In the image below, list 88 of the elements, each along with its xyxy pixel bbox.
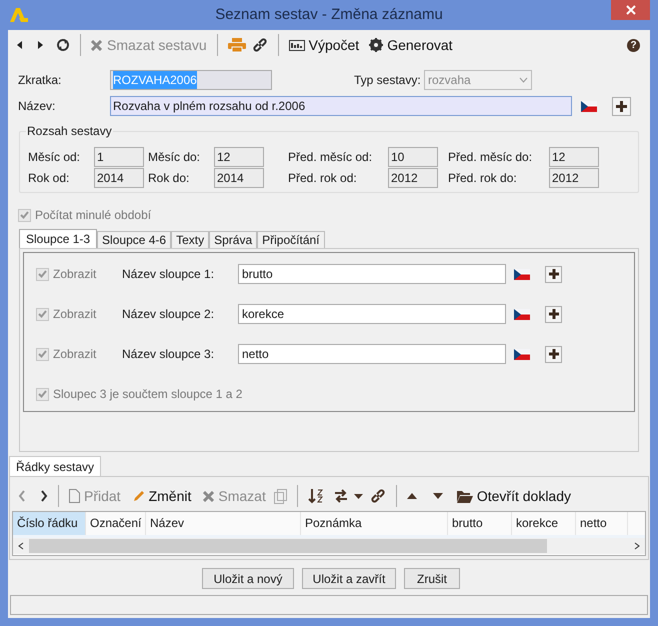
column-name-field[interactable]: brutto — [238, 264, 506, 284]
calculator-icon — [288, 40, 305, 50]
next-icon[interactable] — [40, 490, 48, 502]
field-label: Měsíc do: — [148, 149, 202, 166]
column-header[interactable]: Číslo řádku — [13, 512, 86, 535]
pencil-icon — [132, 490, 145, 502]
add-button[interactable] — [545, 306, 562, 322]
field-label: Rok do: — [148, 170, 190, 187]
field-label: Před. měsíc od: — [288, 149, 374, 166]
checkbox-label: Zobrazit — [53, 306, 98, 323]
czech-flag-icon[interactable] — [514, 308, 530, 320]
window-title: Seznam sestav - Změna záznamu — [215, 4, 443, 25]
calculate-button[interactable]: Výpočet — [288, 34, 360, 56]
number-field[interactable]: 2014 — [94, 168, 144, 188]
scrollbar-thumb[interactable] — [29, 539, 547, 553]
delete-icon — [91, 40, 102, 50]
number-field[interactable]: 2012 — [388, 168, 438, 188]
checkbox[interactable] — [36, 348, 49, 360]
field-label: Rok od: — [28, 170, 70, 187]
tab[interactable]: Texty — [171, 231, 210, 248]
plus-icon — [548, 309, 558, 319]
checkbox-label: Zobrazit — [53, 266, 98, 283]
checkbox[interactable] — [36, 268, 49, 280]
dialog-button[interactable]: Uložit a zavřít — [302, 568, 396, 589]
field-label: Název sloupce 1: — [122, 266, 216, 283]
dialog-button[interactable]: Uložit a nový — [202, 568, 294, 589]
field-label: Před. měsíc do: — [448, 149, 534, 166]
add-button[interactable] — [545, 346, 562, 362]
tab[interactable]: Řádky sestavy — [9, 456, 102, 476]
number-field[interactable]: 1 — [94, 147, 144, 167]
app-logo-icon — [10, 8, 28, 22]
field-label: Před. rok do: — [448, 170, 518, 187]
plus-icon — [616, 100, 627, 112]
field-label: Název sloupce 2: — [122, 306, 216, 323]
tab[interactable]: Sloupce 4-6 — [97, 231, 172, 248]
close-icon — [626, 5, 636, 15]
column-name-field[interactable]: netto — [238, 344, 506, 364]
group-title: Rozsah sestavy — [26, 124, 113, 138]
edit-row-button[interactable]: Změnit — [132, 486, 192, 506]
delete-icon — [203, 490, 214, 502]
name-field[interactable]: Rozvaha v plném rozsahu od r.2006 — [110, 96, 572, 116]
field-label: Název: — [18, 98, 56, 115]
generate-button[interactable]: Generovat — [369, 34, 453, 56]
document-icon — [69, 489, 80, 503]
field-label: Zkratka: — [18, 72, 62, 89]
field-label: Měsíc od: — [28, 149, 82, 166]
field-label: Název sloupce 3: — [122, 346, 216, 363]
link-icon[interactable] — [252, 37, 268, 53]
plus-icon — [548, 269, 558, 279]
dialog-button[interactable]: Zrušit — [404, 568, 460, 589]
checkbox-label: Sloupec 3 je součtem sloupce 1 a 2 — [53, 386, 242, 403]
field-label: Před. rok od: — [288, 170, 358, 187]
scroll-right-icon[interactable] — [634, 542, 640, 550]
swap-arrows-icon[interactable] — [334, 489, 364, 503]
czech-flag-icon[interactable] — [581, 100, 597, 112]
tab[interactable]: Připočítání — [257, 231, 325, 248]
scroll-left-icon[interactable] — [18, 542, 24, 550]
number-field[interactable]: 2012 — [549, 168, 599, 188]
gear-icon — [369, 38, 384, 52]
link-icon[interactable] — [370, 488, 386, 504]
number-field[interactable]: 2014 — [214, 168, 264, 188]
previous-icon[interactable] — [16, 40, 24, 50]
close-button[interactable] — [611, 0, 650, 20]
checkbox-label: Počítat minulé období — [35, 207, 152, 224]
up-triangle-icon[interactable] — [406, 493, 417, 499]
plus-icon — [548, 349, 558, 359]
help-button[interactable]: ? — [627, 38, 640, 52]
add-button[interactable] — [545, 266, 562, 282]
tab[interactable]: Správa — [209, 231, 258, 248]
number-field[interactable]: 12 — [214, 147, 264, 167]
czech-flag-icon[interactable] — [514, 268, 530, 280]
field-label: Typ sestavy: — [354, 72, 422, 89]
next-icon[interactable] — [36, 40, 44, 50]
open-documents-button[interactable]: Otevřít doklady — [456, 486, 571, 506]
number-field[interactable]: 12 — [549, 147, 599, 167]
sort-icon[interactable] — [308, 488, 324, 504]
horizontal-scrollbar[interactable] — [13, 538, 645, 554]
down-triangle-icon[interactable] — [432, 493, 443, 499]
tab[interactable]: Sloupce 1-3 — [19, 229, 98, 248]
column-name-field[interactable]: korekce — [238, 304, 506, 324]
number-field[interactable]: 10 — [388, 147, 438, 167]
chevron-down-icon — [519, 77, 528, 83]
add-button[interactable] — [612, 96, 631, 116]
checkbox[interactable] — [36, 308, 49, 320]
folder-icon — [456, 490, 473, 502]
checkbox-label: Zobrazit — [53, 346, 98, 363]
czech-flag-icon[interactable] — [514, 348, 530, 360]
refresh-icon[interactable] — [56, 38, 70, 52]
